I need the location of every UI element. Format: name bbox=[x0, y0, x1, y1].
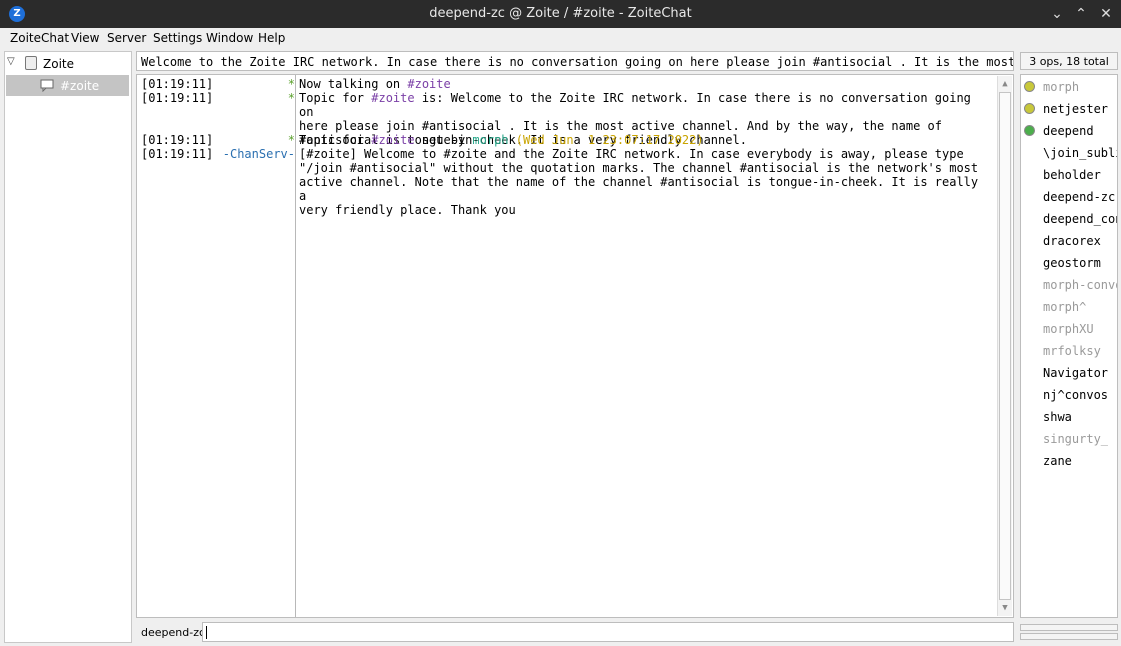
timestamp: [01:19:11] bbox=[141, 91, 214, 105]
timestamp: [01:19:11] bbox=[141, 147, 214, 161]
chat-line: [01:19:11] -ChanServ- [#zoite] Welcome t… bbox=[137, 147, 997, 217]
op-status-icon bbox=[1024, 81, 1035, 92]
throttle-meter bbox=[1020, 633, 1118, 640]
menu-window[interactable]: Window bbox=[206, 31, 253, 45]
channel-link[interactable]: #zoite bbox=[371, 91, 414, 105]
user-item[interactable]: zane bbox=[1021, 450, 1117, 472]
channel-link[interactable]: #zoite bbox=[407, 77, 450, 91]
user-list[interactable]: morph netjester deepend \join_subli beho… bbox=[1020, 74, 1118, 618]
nick-link[interactable]: morph bbox=[472, 133, 508, 147]
menu-view[interactable]: View bbox=[71, 31, 99, 45]
message-nick: -ChanServ- bbox=[222, 147, 295, 161]
voice-status-icon bbox=[1024, 125, 1035, 136]
user-item[interactable]: morph^ bbox=[1021, 296, 1117, 318]
chat-bubble-icon bbox=[40, 79, 54, 92]
user-item[interactable]: morphXU bbox=[1021, 318, 1117, 340]
maximize-button[interactable]: ⌃ bbox=[1072, 5, 1090, 23]
network-label: Zoite bbox=[43, 57, 74, 71]
timestamp: [01:19:11] bbox=[141, 133, 214, 147]
scrollbar-thumb[interactable] bbox=[999, 92, 1011, 600]
channel-link[interactable]: #zoite bbox=[371, 133, 414, 147]
title-bar: Z deepend-zc @ Zoite / #zoite - ZoiteCha… bbox=[0, 0, 1121, 28]
user-item[interactable]: geostorm bbox=[1021, 252, 1117, 274]
menu-settings[interactable]: Settings bbox=[153, 31, 202, 45]
chat-line: [01:19:11] * Topic for #zoite set by mor… bbox=[137, 133, 997, 147]
channel-label: #zoite bbox=[60, 79, 100, 93]
message-input[interactable] bbox=[202, 622, 1014, 642]
message-text: Now talking on #zoite bbox=[299, 77, 451, 91]
user-item[interactable]: shwa bbox=[1021, 406, 1117, 428]
expander-triangle-icon[interactable]: ▽ bbox=[7, 56, 15, 67]
message-nick: * bbox=[287, 91, 295, 105]
nick-button[interactable]: deepend-zc bbox=[141, 626, 205, 639]
user-item[interactable]: morph-convo bbox=[1021, 274, 1117, 296]
menu-bar: ZoiteChat View Server Settings Window He… bbox=[0, 28, 1121, 48]
lag-meter bbox=[1020, 624, 1118, 631]
message-nick: * bbox=[287, 77, 295, 91]
user-item[interactable]: deepend_con bbox=[1021, 208, 1117, 230]
user-item[interactable]: deepend bbox=[1021, 120, 1117, 142]
menu-zoitechat[interactable]: ZoiteChat bbox=[10, 31, 69, 45]
op-status-icon bbox=[1024, 103, 1035, 114]
user-item[interactable]: nj^convos bbox=[1021, 384, 1117, 406]
user-item[interactable]: morph bbox=[1021, 76, 1117, 98]
message-text: Topic for #zoite set by morph (Wed Jun 1… bbox=[299, 133, 704, 147]
user-item[interactable]: Navigator bbox=[1021, 362, 1117, 384]
chat-line: [01:19:11] * Now talking on #zoite bbox=[137, 77, 997, 91]
user-item[interactable]: deepend-zc bbox=[1021, 186, 1117, 208]
user-item[interactable]: netjester bbox=[1021, 98, 1117, 120]
chat-scrollbar[interactable]: ▲ ▼ bbox=[997, 76, 1012, 616]
user-item[interactable]: beholder bbox=[1021, 164, 1117, 186]
message-text: [#zoite] Welcome to #zoite and the Zoite… bbox=[299, 147, 979, 217]
user-item[interactable]: mrfolksy bbox=[1021, 340, 1117, 362]
channel-tree: ▽ Zoite #zoite bbox=[4, 51, 132, 643]
tree-item-zoite-channel[interactable]: #zoite bbox=[6, 75, 129, 96]
menu-help[interactable]: Help bbox=[258, 31, 285, 45]
text-caret bbox=[206, 626, 207, 639]
menu-server[interactable]: Server bbox=[107, 31, 146, 45]
scroll-down-icon[interactable]: ▼ bbox=[998, 601, 1012, 615]
server-icon bbox=[25, 56, 37, 70]
minimize-button[interactable]: ⌄ bbox=[1048, 5, 1066, 23]
scroll-up-icon[interactable]: ▲ bbox=[998, 77, 1012, 91]
tree-item-zoite[interactable]: ▽ Zoite bbox=[5, 54, 131, 74]
window-title: deepend-zc @ Zoite / #zoite - ZoiteChat bbox=[429, 6, 692, 21]
chat-log[interactable]: [01:19:11] * Now talking on #zoite [01:1… bbox=[136, 74, 1014, 618]
close-button[interactable]: ✕ bbox=[1097, 5, 1115, 23]
message-nick: * bbox=[287, 133, 295, 147]
user-item[interactable]: \join_subli bbox=[1021, 142, 1117, 164]
user-count-badge: 3 ops, 18 total bbox=[1020, 52, 1118, 70]
user-item[interactable]: singurty_ bbox=[1021, 428, 1117, 450]
topic-bar[interactable]: Welcome to the Zoite IRC network. In cas… bbox=[136, 51, 1014, 71]
user-item[interactable]: dracorex bbox=[1021, 230, 1117, 252]
timestamp: [01:19:11] bbox=[141, 77, 214, 91]
